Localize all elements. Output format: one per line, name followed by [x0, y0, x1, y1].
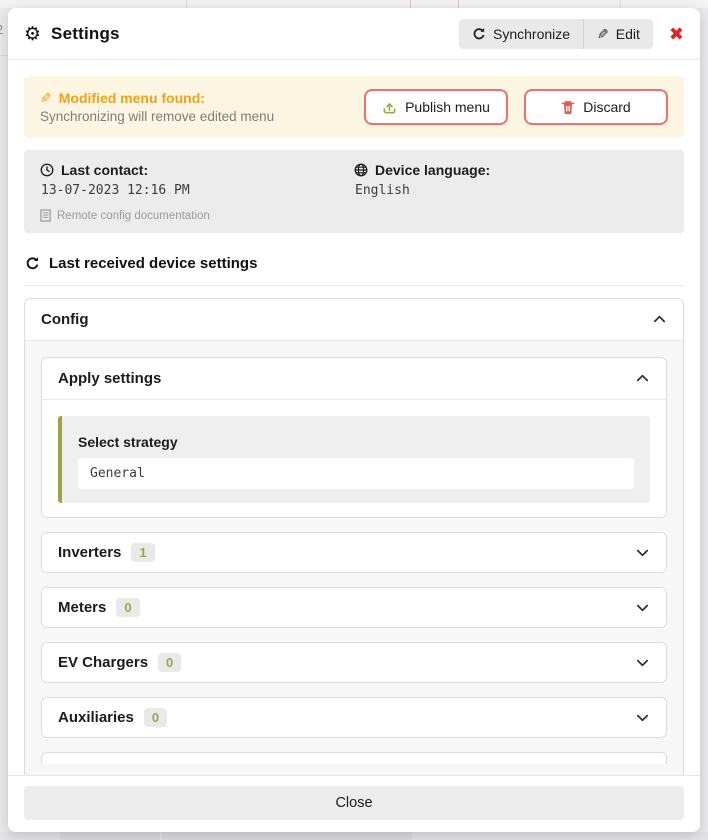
inverters-accordion: Inverters 1: [41, 532, 667, 573]
last-contact-row: Last contact:: [40, 162, 354, 178]
header-button-group: Synchronize ✎ Edit: [459, 19, 653, 49]
upload-icon: [382, 100, 397, 115]
config-title: Config: [41, 311, 88, 328]
count-badge: 0: [158, 653, 181, 672]
discard-button[interactable]: Discard: [524, 89, 668, 125]
remote-config-doc-label: Remote config documentation: [57, 210, 210, 222]
edit-label: Edit: [616, 26, 640, 42]
apply-settings-accordion: Apply settings Select strategy General: [41, 357, 667, 518]
last-contact-value: 13-07-2023 12:16 PM: [41, 183, 354, 198]
chevron-up-icon: [635, 371, 650, 386]
remote-config-doc-link[interactable]: Remote config documentation: [40, 209, 354, 222]
section-divider: [24, 285, 684, 286]
config-accordion: Config Apply settings: [24, 298, 684, 775]
background-cell: [162, 832, 412, 840]
modified-menu-banner: ✎ Modified menu found: Synchronizing wil…: [24, 76, 684, 138]
auxiliaries-accordion-header[interactable]: Auxiliaries 0: [42, 698, 666, 737]
auxiliaries-accordion: Auxiliaries 0: [41, 697, 667, 738]
page-background-top: [0, 0, 708, 8]
ev-chargers-label: EV Chargers: [58, 654, 148, 671]
apply-settings-body: Select strategy General: [42, 400, 666, 517]
banner-text: ✎ Modified menu found: Synchronizing wil…: [40, 90, 348, 124]
publish-menu-label: Publish menu: [405, 99, 490, 115]
banner-subtitle: Synchronizing will remove edited menu: [40, 109, 348, 124]
background-rule: [410, 0, 411, 8]
chevron-down-icon: [635, 545, 650, 560]
chevron-down-icon: [635, 600, 650, 615]
ev-chargers-accordion: EV Chargers 0: [41, 642, 667, 683]
last-received-settings-heading: Last received device settings: [25, 255, 684, 272]
config-accordion-header[interactable]: Config: [25, 299, 683, 340]
background-rule: [186, 0, 187, 8]
inverters-label: Inverters: [58, 544, 121, 561]
chevron-down-icon: [635, 710, 650, 725]
device-language-value: English: [355, 183, 668, 198]
chevron-up-icon: [652, 312, 667, 327]
clipped-accordion: [41, 752, 667, 764]
clock-icon: [40, 163, 54, 177]
section-heading-label: Last received device settings: [49, 255, 257, 272]
count-badge: 0: [116, 598, 139, 617]
chevron-down-icon: [635, 655, 650, 670]
apply-settings-title: Apply settings: [58, 370, 161, 387]
dialog-body: ✎ Modified menu found: Synchronizing wil…: [8, 60, 700, 775]
meters-label: Meters: [58, 599, 106, 616]
settings-dialog: ⚙ Settings Synchronize ✎ Edit ✖ ✎: [8, 8, 700, 832]
document-icon: [40, 209, 51, 222]
background-rule: [0, 55, 8, 56]
discard-label: Discard: [583, 99, 630, 115]
background-rule: [620, 0, 621, 8]
refresh-icon: [25, 256, 40, 271]
trash-icon: [561, 100, 575, 115]
device-info-panel: Last contact: 13-07-2023 12:16 PM Remote…: [24, 150, 684, 233]
close-icon[interactable]: ✖: [669, 25, 684, 43]
select-strategy-label: Select strategy: [78, 434, 634, 450]
synchronize-button[interactable]: Synchronize: [459, 19, 583, 49]
device-language-block: Device language: English: [354, 162, 668, 222]
config-body: Apply settings Select strategy General: [25, 341, 683, 775]
gear-icon: ⚙: [24, 25, 41, 44]
background-cell: [60, 832, 160, 840]
close-button[interactable]: Close: [24, 786, 684, 820]
edit-button[interactable]: ✎ Edit: [584, 19, 653, 49]
refresh-icon: [472, 27, 486, 41]
dialog-header: ⚙ Settings Synchronize ✎ Edit ✖: [8, 8, 700, 60]
device-language-row: Device language:: [354, 162, 668, 178]
last-contact-label: Last contact:: [61, 162, 148, 178]
publish-menu-button[interactable]: Publish menu: [364, 89, 508, 125]
pencil-icon: ✎: [40, 91, 52, 105]
synchronize-label: Synchronize: [493, 26, 570, 42]
device-language-label: Device language:: [375, 162, 490, 178]
strategy-panel: Select strategy General: [58, 416, 650, 503]
globe-icon: [354, 163, 368, 177]
ev-chargers-accordion-header[interactable]: EV Chargers 0: [42, 643, 666, 682]
count-badge: 0: [144, 708, 167, 727]
inverters-accordion-header[interactable]: Inverters 1: [42, 533, 666, 572]
count-badge: 1: [131, 543, 154, 562]
apply-settings-header[interactable]: Apply settings: [42, 358, 666, 399]
pencil-icon: ✎: [597, 27, 609, 41]
banner-title-row: ✎ Modified menu found:: [40, 90, 348, 106]
banner-title: Modified menu found:: [59, 90, 205, 106]
dialog-title: Settings: [51, 24, 120, 44]
meters-accordion-header[interactable]: Meters 0: [42, 588, 666, 627]
background-rule: [458, 0, 459, 8]
dialog-footer: Close: [8, 775, 700, 832]
last-contact-block: Last contact: 13-07-2023 12:16 PM Remote…: [40, 162, 354, 222]
background-text-fragment: 2: [0, 22, 3, 37]
strategy-value-field: General: [78, 458, 634, 489]
auxiliaries-label: Auxiliaries: [58, 709, 134, 726]
meters-accordion: Meters 0: [41, 587, 667, 628]
